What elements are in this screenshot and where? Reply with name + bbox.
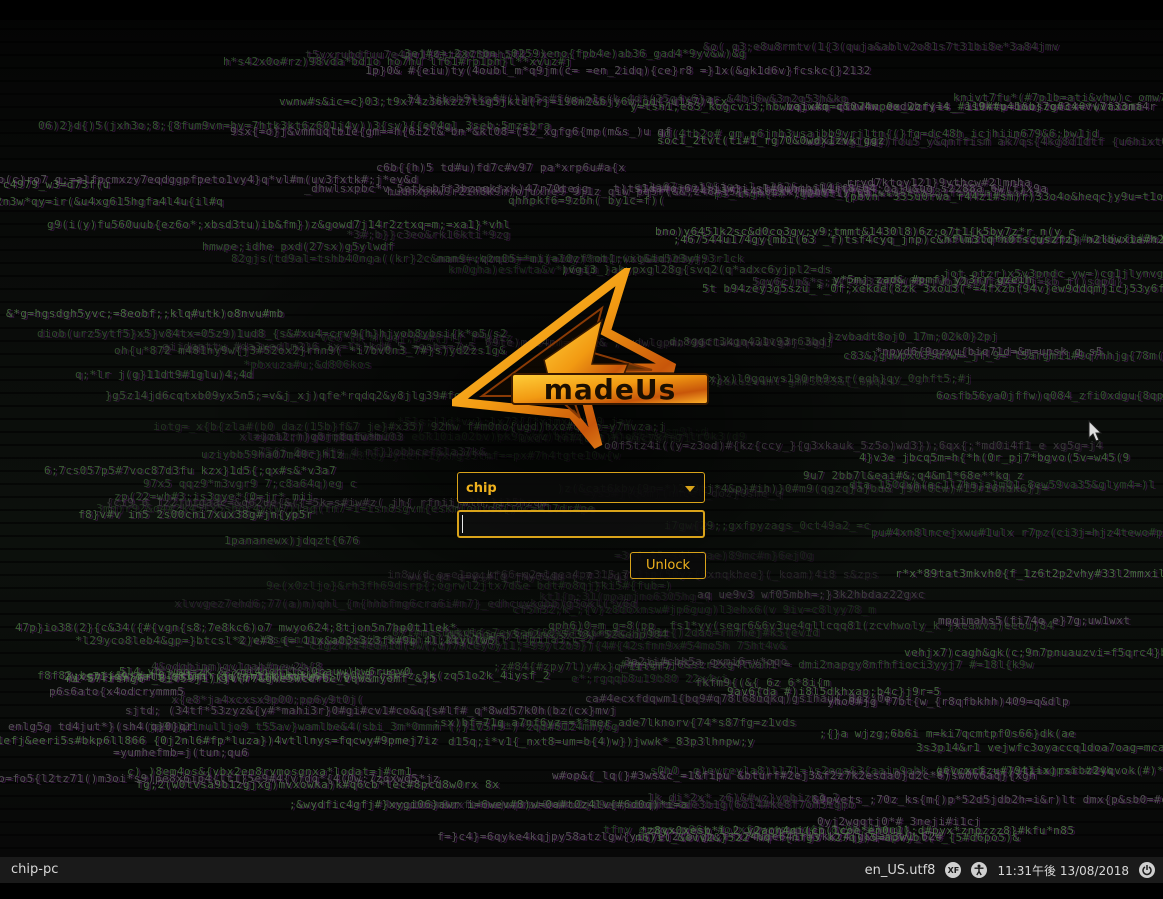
chevron-down-icon	[685, 486, 695, 492]
mouse-pointer-icon	[1088, 420, 1102, 442]
user-select[interactable]: chip	[457, 472, 705, 503]
amadeus-logo: madeUs	[452, 268, 709, 449]
lock-screen: uxd4 tn#{dxl}h_wic78fu7ii9ukzph#qqd6l4wl…	[0, 0, 1163, 899]
locale-indicator[interactable]: en_US.utf8	[865, 863, 936, 878]
xf-keyboard-icon[interactable]: XF	[945, 862, 962, 878]
user-select-value: chip	[466, 481, 497, 496]
accessibility-icon[interactable]	[971, 862, 988, 878]
top-black-strip	[0, 0, 1163, 20]
unlock-button[interactable]: Unlock	[630, 552, 706, 579]
logo-wordmark: madeUs	[544, 373, 677, 406]
bottom-black-strip	[0, 883, 1163, 899]
password-field[interactable]	[457, 510, 705, 538]
text-caret	[462, 515, 463, 533]
bottom-panel: chip-pc en_US.utf8 XF 11:31午後 13/08/2018	[0, 857, 1163, 883]
clock-label: 11:31午後 13/08/2018	[997, 863, 1129, 878]
panel-indicators: en_US.utf8 XF 11:31午後 13/08/2018	[865, 857, 1155, 883]
hostname-label: chip-pc	[11, 862, 59, 877]
power-icon[interactable]	[1139, 862, 1155, 878]
